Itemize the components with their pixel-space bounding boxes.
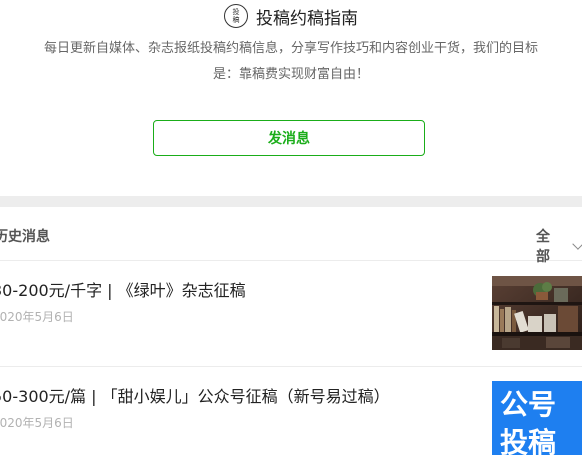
thumb-text-1: 公号 [500,388,557,421]
section-divider [0,196,582,207]
article-title: 50-300元/篇 | 「甜小娱儿」公众号征稿（新号易过稿） [0,387,390,406]
bookshelf-photo-icon [492,276,582,350]
article-item[interactable]: 30-200元/千字 | 《绿叶》杂志征稿 2020年5月6日 [0,261,582,367]
filter-label: 全部 [536,229,550,265]
chevron-down-icon [572,238,582,250]
article-thumbnail: 公号 投稿 [492,381,582,455]
history-filter-dropdown[interactable]: 全部 [536,226,582,266]
intro-line-2: 是：靠稿费实现财富自由！ [212,67,369,82]
thumb-text-2: 投稿 [500,426,557,455]
logo-char-2: 稿 [232,16,240,24]
article-date: 2020年5月6日 [0,310,74,324]
article-title: 30-200元/千字 | 《绿叶》杂志征稿 [0,281,246,300]
logo-char-1: 投 [232,8,240,16]
article-thumbnail [492,276,582,350]
article-item[interactable]: 50-300元/篇 | 「甜小娱儿」公众号征稿（新号易过稿） 2020年5月6日… [0,367,582,473]
send-message-button[interactable]: 发消息 [153,120,425,156]
history-title: 历史消息 [0,229,50,245]
intro-line-1: 每日更新自媒体、杂志报纸投稿约稿信息，分享写作技巧和内容创业干货，我们的目标 [43,41,538,56]
history-header: 历史消息 全部 [0,207,582,265]
account-header: 投 稿 投稿约稿指南 每日更新自媒体、杂志报纸投稿约稿信息，分享写作技巧和内容创… [0,0,582,196]
account-title-row: 投 稿 投稿约稿指南 [0,2,582,30]
article-date: 2020年5月6日 [0,416,74,430]
account-name: 投稿约稿指南 [256,8,358,29]
account-logo: 投 稿 [224,4,248,28]
account-intro: 每日更新自媒体、杂志报纸投稿约稿信息，分享写作技巧和内容创业干货，我们的目标 是… [0,36,582,88]
